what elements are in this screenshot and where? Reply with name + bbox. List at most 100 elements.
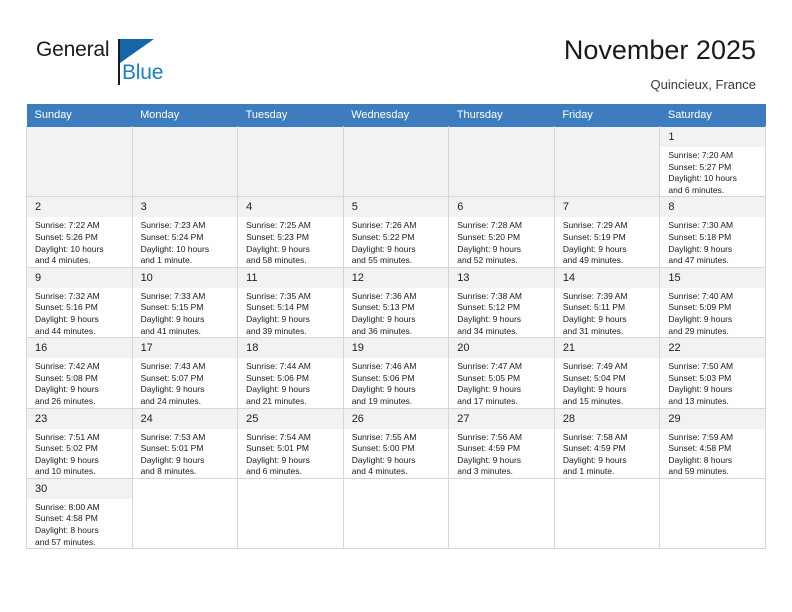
sunset-text: Sunset: 5:16 PM [35, 302, 98, 313]
logo-triangle-icon [120, 39, 154, 63]
daylight-text-line2: and 44 minutes. [35, 325, 96, 336]
calendar-day-cell[interactable]: 27 Sunrise: 7:56 AM Sunset: 4:59 PM Dayligh… [448, 407, 555, 479]
calendar-day-cell[interactable]: 17 Sunrise: 7:43 AM Sunset: 5:07 PM Dayligh… [131, 337, 239, 409]
calendar-day-cell[interactable]: 8 Sunrise: 7:30 AM Sunset: 5:18 PM Daylight… [659, 196, 766, 268]
daylight-text-line2: and 29 minutes. [668, 325, 729, 336]
calendar-day-cell[interactable]: 19 Sunrise: 7:46 AM Sunset: 5:06 PM Dayligh… [342, 337, 450, 409]
calendar-cell-empty [553, 125, 661, 198]
day-number: 30 [27, 478, 132, 499]
sunrise-text: Sunrise: 7:43 AM [140, 361, 206, 372]
calendar-day-cell[interactable]: 26 Sunrise: 7:55 AM Sunset: 5:00 PM Dayligh… [342, 407, 450, 479]
calendar-cell-blank [342, 477, 450, 550]
calendar-cell-blank [237, 477, 344, 550]
calendar-day-cell[interactable]: 22 Sunrise: 7:50 AM Sunset: 5:03 PM Dayligh… [659, 337, 766, 409]
day-number: 25 [238, 408, 343, 429]
day-details: Sunrise: 7:42 AM Sunset: 5:08 PM Daylight:… [27, 358, 132, 407]
day-number: 22 [660, 338, 765, 359]
daylight-text-line1: Daylight: 9 hours [246, 384, 310, 395]
calendar-day-cell[interactable]: 25 Sunrise: 7:54 AM Sunset: 5:01 PM Dayligh… [237, 407, 344, 479]
generalblue-logo[interactable]: General Blue [36, 38, 166, 88]
daylight-text-line2: and 36 minutes. [351, 325, 413, 336]
daylight-text-line1: Daylight: 9 hours [562, 454, 627, 465]
day-number: 29 [660, 408, 765, 429]
calendar-day-cell[interactable]: 24 Sunrise: 7:53 AM Sunset: 5:01 PM Dayligh… [131, 407, 239, 479]
calendar-page: General Blue November 2025 Quincieux, Fr… [0, 0, 792, 612]
calendar-day-cell[interactable]: 6 Sunrise: 7:28 AM Sunset: 5:20 PM Daylight… [448, 196, 555, 268]
day-number: 13 [449, 267, 554, 288]
sunset-text: Sunset: 5:03 PM [668, 372, 732, 383]
calendar-day-cell[interactable]: 16 Sunrise: 7:42 AM Sunset: 5:08 PM Dayligh… [26, 337, 133, 409]
sunset-text: Sunset: 5:04 PM [562, 372, 626, 383]
daylight-text-line2: and 41 minutes. [140, 325, 202, 336]
daylight-text-line1: Daylight: 9 hours [246, 313, 310, 324]
calendar-day-cell[interactable]: 12 Sunrise: 7:36 AM Sunset: 5:13 PM Dayligh… [342, 266, 450, 339]
daylight-text-line1: Daylight: 8 hours [668, 454, 733, 465]
daylight-text-line2: and 6 minutes. [246, 466, 302, 477]
page-header: General Blue November 2025 Quincieux, Fr… [0, 0, 792, 104]
daylight-text-line1: Daylight: 9 hours [140, 454, 205, 465]
sunrise-text: Sunrise: 7:33 AM [140, 290, 206, 301]
calendar-day-cell[interactable]: 15 Sunrise: 7:40 AM Sunset: 5:09 PM Dayligh… [659, 266, 766, 339]
daylight-text-line1: Daylight: 9 hours [562, 384, 627, 395]
sunset-text: Sunset: 5:27 PM [668, 161, 732, 172]
daylight-text-line2: and 4 minutes. [35, 255, 91, 266]
calendar-day-cell[interactable]: 30 Sunrise: 8:00 AM Sunset: 4:58 PM Dayligh… [26, 477, 133, 550]
day-details: Sunrise: 7:43 AM Sunset: 5:07 PM Daylight:… [133, 358, 238, 407]
daylight-text-line1: Daylight: 10 hours [668, 173, 737, 184]
calendar-day-cell[interactable]: 7 Sunrise: 7:29 AM Sunset: 5:19 PM Daylight… [553, 196, 661, 268]
daylight-text-line2: and 59 minutes. [668, 466, 729, 477]
sunset-text: Sunset: 5:02 PM [35, 443, 98, 454]
day-number: 14 [554, 267, 660, 288]
calendar-day-cell[interactable]: 2 Sunrise: 7:22 AM Sunset: 5:26 PM Daylight… [26, 196, 133, 268]
logo-text-blue: Blue [122, 61, 164, 84]
calendar-day-cell[interactable]: 29 Sunrise: 7:59 AM Sunset: 4:58 PM Dayligh… [659, 407, 766, 479]
daylight-text-line2: and 49 minutes. [562, 255, 624, 266]
day-details: Sunrise: 7:46 AM Sunset: 5:06 PM Daylight:… [344, 358, 449, 407]
day-number: 4 [238, 197, 343, 218]
calendar-cell-blank [131, 477, 239, 550]
day-number: 12 [343, 267, 449, 288]
calendar-day-cell[interactable]: 9 Sunrise: 7:32 AM Sunset: 5:16 PM Daylight… [26, 266, 133, 339]
sunset-text: Sunset: 5:09 PM [668, 302, 732, 313]
day-details: Sunrise: 7:25 AM Sunset: 5:23 PM Daylight:… [238, 217, 343, 266]
daylight-text-line2: and 57 minutes. [35, 536, 96, 547]
calendar-day-cell[interactable]: 3 Sunrise: 7:23 AM Sunset: 5:24 PM Daylight… [131, 196, 239, 268]
calendar-day-cell[interactable]: 23 Sunrise: 7:51 AM Sunset: 5:02 PM Dayligh… [26, 407, 133, 479]
sunrise-text: Sunrise: 7:22 AM [35, 220, 100, 231]
day-number: 17 [132, 338, 238, 359]
sunset-text: Sunset: 5:05 PM [457, 372, 521, 383]
calendar-day-cell[interactable]: 5 Sunrise: 7:26 AM Sunset: 5:22 PM Daylight… [342, 196, 450, 268]
calendar-day-cell[interactable]: 4 Sunrise: 7:25 AM Sunset: 5:23 PM Daylight… [237, 196, 344, 268]
day-number: 6 [449, 197, 554, 218]
calendar-day-cell[interactable]: 14 Sunrise: 7:39 AM Sunset: 5:11 PM Dayligh… [553, 266, 661, 339]
daylight-text-line2: and 10 minutes. [35, 466, 96, 477]
sunrise-text: Sunrise: 7:35 AM [246, 290, 311, 301]
day-number: 16 [27, 338, 132, 359]
calendar-day-cell[interactable]: 18 Sunrise: 7:44 AM Sunset: 5:06 PM Dayligh… [237, 337, 344, 409]
calendar-day-cell[interactable]: 20 Sunrise: 7:47 AM Sunset: 5:05 PM Dayligh… [448, 337, 555, 409]
day-number: 24 [132, 408, 238, 429]
day-details: Sunrise: 8:00 AM Sunset: 4:58 PM Daylight:… [27, 499, 132, 548]
calendar-day-cell[interactable]: 10 Sunrise: 7:33 AM Sunset: 5:15 PM Dayligh… [131, 266, 239, 339]
day-details: Sunrise: 7:33 AM Sunset: 5:15 PM Daylight:… [133, 288, 238, 337]
day-details: Sunrise: 7:54 AM Sunset: 5:01 PM Daylight:… [238, 429, 343, 478]
calendar-day-cell[interactable]: 21 Sunrise: 7:49 AM Sunset: 5:04 PM Dayligh… [553, 337, 661, 409]
sunrise-text: Sunrise: 7:56 AM [457, 431, 522, 442]
calendar-day-cell[interactable]: 13 Sunrise: 7:38 AM Sunset: 5:12 PM Dayligh… [448, 266, 555, 339]
day-details: Sunrise: 7:23 AM Sunset: 5:24 PM Daylight:… [133, 217, 238, 266]
weekday-header-wednesday: Wednesday [343, 104, 449, 127]
calendar-day-cell[interactable]: 28 Sunrise: 7:58 AM Sunset: 4:59 PM Dayligh… [553, 407, 661, 479]
calendar-day-cell[interactable]: 11 Sunrise: 7:35 AM Sunset: 5:14 PM Dayligh… [237, 266, 344, 339]
daylight-text-line2: and 39 minutes. [246, 325, 307, 336]
sunrise-text: Sunrise: 7:49 AM [562, 361, 628, 372]
calendar-day-cell[interactable]: 1 Sunrise: 7:20 AM Sunset: 5:27 PM Daylight… [659, 125, 766, 198]
day-details: Sunrise: 7:40 AM Sunset: 5:09 PM Daylight:… [660, 288, 765, 337]
daylight-text-line2: and 1 minute. [562, 466, 615, 477]
daylight-text-line2: and 21 minutes. [246, 395, 307, 406]
sunset-text: Sunset: 5:18 PM [668, 231, 732, 242]
daylight-text-line2: and 26 minutes. [35, 395, 96, 406]
day-details: Sunrise: 7:36 AM Sunset: 5:13 PM Daylight:… [344, 288, 449, 337]
day-number: 28 [554, 408, 660, 429]
sunrise-text: Sunrise: 7:32 AM [35, 290, 100, 301]
daylight-text-line1: Daylight: 9 hours [246, 243, 310, 254]
